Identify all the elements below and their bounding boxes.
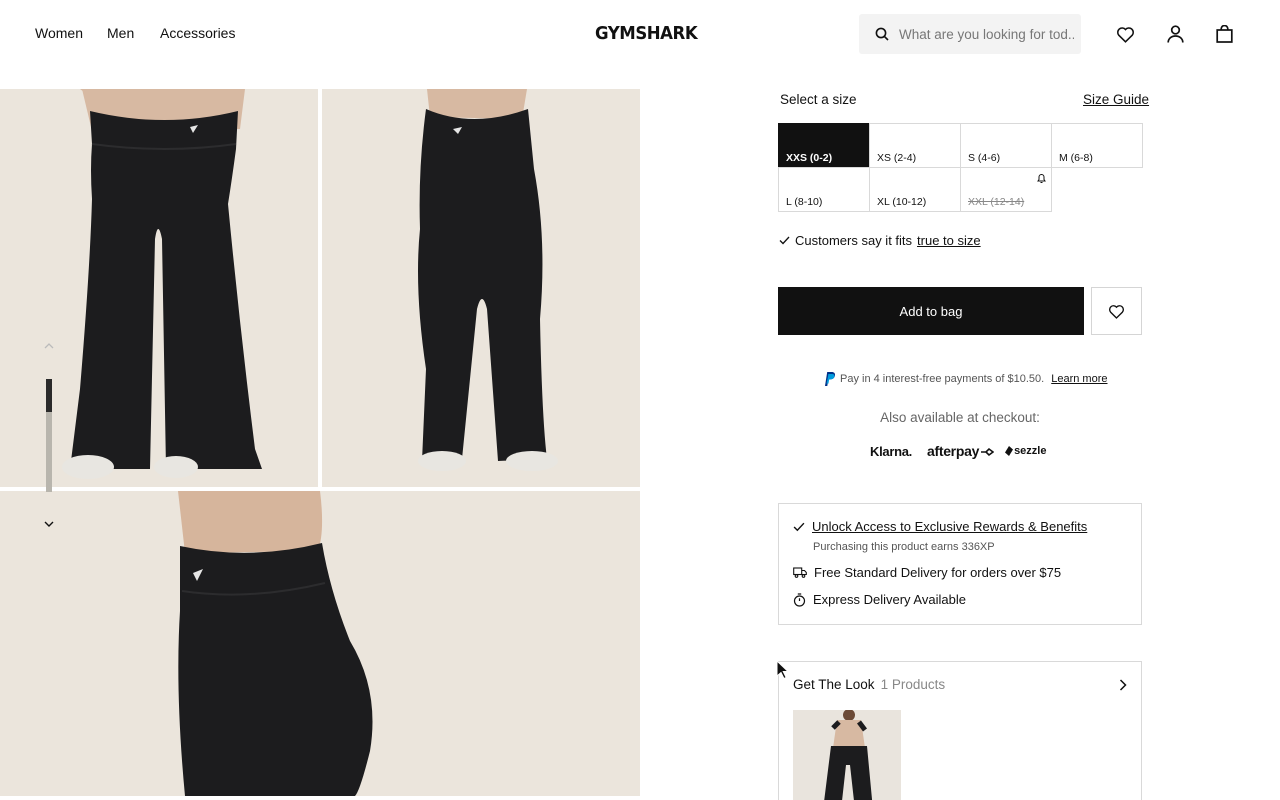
search-icon	[875, 27, 889, 41]
chevron-right-icon[interactable]	[1119, 679, 1127, 691]
size-option-xs[interactable]: XS (2-4)	[869, 123, 961, 168]
paypal-text: Pay in 4 interest-free payments of $10.5…	[840, 373, 1045, 385]
fit-feedback: Customers say it fits true to size	[779, 233, 981, 248]
nav-men[interactable]: Men	[107, 25, 134, 41]
size-option-xxl[interactable]: XXL (12-14)	[960, 167, 1052, 212]
express-delivery-row: Express Delivery Available	[793, 592, 966, 607]
rewards-xp-text: Purchasing this product earns 336XP	[813, 541, 995, 553]
rewards-row: Unlock Access to Exclusive Rewards & Ben…	[793, 519, 1087, 534]
thumbnail-up-chevron-icon[interactable]	[42, 340, 56, 352]
payment-provider-logos: Klarna. afterpay sezzle	[870, 443, 1046, 459]
site-header: Women Men Accessories GYMSHARK	[0, 0, 1280, 68]
klarna-logo: Klarna.	[870, 443, 912, 459]
stopwatch-icon	[793, 592, 806, 607]
search-input[interactable]	[899, 26, 1074, 42]
paypal-installments: Pay in 4 interest-free payments of $10.5…	[822, 371, 1108, 387]
learn-more-link[interactable]: Learn more	[1051, 373, 1107, 385]
get-the-look-header[interactable]: Get The Look 1 Products	[793, 677, 945, 692]
add-to-wishlist-button[interactable]	[1091, 287, 1142, 335]
standard-delivery-row: Free Standard Delivery for orders over $…	[793, 565, 1061, 580]
notify-bell-icon[interactable]	[1037, 173, 1046, 184]
true-to-size-link[interactable]: true to size	[917, 233, 981, 248]
benefits-panel: Unlock Access to Exclusive Rewards & Ben…	[778, 503, 1142, 625]
size-option-m[interactable]: M (6-8)	[1051, 123, 1143, 168]
afterpay-logo: afterpay	[927, 443, 995, 459]
sezzle-logo: sezzle	[1005, 445, 1046, 457]
search-bar[interactable]	[859, 14, 1081, 54]
delivery-truck-icon	[793, 567, 807, 578]
wishlist-heart-icon[interactable]	[1115, 24, 1135, 44]
size-option-l[interactable]: L (8-10)	[778, 167, 870, 212]
shopping-bag-icon[interactable]	[1214, 24, 1234, 44]
thumbnail-scroll-track[interactable]	[46, 379, 52, 492]
rewards-link[interactable]: Unlock Access to Exclusive Rewards & Ben…	[812, 519, 1087, 534]
thumbnail-down-chevron-icon[interactable]	[42, 518, 56, 530]
check-icon	[779, 236, 790, 245]
size-guide-link[interactable]: Size Guide	[1083, 92, 1149, 107]
heart-icon	[1108, 304, 1125, 319]
standard-delivery-text: Free Standard Delivery for orders over $…	[814, 565, 1062, 580]
also-available-label: Also available at checkout:	[880, 410, 1040, 425]
thumbnail-scroll-handle[interactable]	[46, 379, 52, 412]
product-count: 1 Products	[880, 677, 946, 692]
add-to-bag-button[interactable]: Add to bag	[778, 287, 1084, 335]
check-icon	[793, 522, 805, 531]
gymshark-logo[interactable]: GYMSHARK	[595, 23, 698, 44]
select-size-label: Select a size	[780, 92, 857, 107]
nav-women[interactable]: Women	[35, 25, 83, 41]
mouse-cursor-icon	[776, 660, 790, 680]
size-grid: XXS (0-2) XS (2-4) S (4-6) M (6-8) L (8-…	[778, 123, 1143, 212]
look-product-thumbnail[interactable]	[793, 710, 901, 800]
express-delivery-text: Express Delivery Available	[813, 592, 966, 607]
size-option-xl[interactable]: XL (10-12)	[869, 167, 961, 212]
nav-accessories[interactable]: Accessories	[160, 25, 235, 41]
fit-text: Customers say it fits	[795, 233, 913, 248]
size-option-xxs[interactable]: XXS (0-2)	[778, 123, 870, 168]
account-icon[interactable]	[1165, 24, 1185, 44]
size-option-s[interactable]: S (4-6)	[960, 123, 1052, 168]
product-image-back[interactable]	[322, 89, 640, 487]
product-image-detail[interactable]	[0, 491, 640, 796]
get-the-look-panel: Get The Look 1 Products	[778, 661, 1142, 800]
paypal-icon	[825, 372, 836, 386]
